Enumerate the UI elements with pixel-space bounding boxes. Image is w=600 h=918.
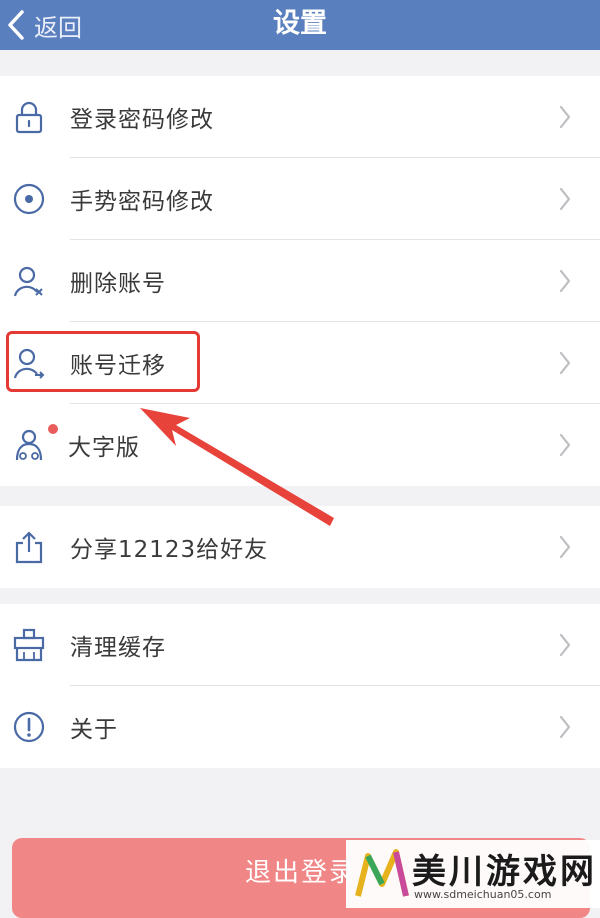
- broom-icon: [12, 628, 46, 662]
- chevron-right-icon: [559, 105, 571, 129]
- chevron-right-icon: [559, 351, 571, 375]
- settings-item-label: 清理缓存: [70, 635, 166, 661]
- settings-item-clear-cache[interactable]: 清理缓存: [0, 604, 600, 686]
- navigation-bar: 返回 设置: [0, 0, 600, 50]
- settings-item-label: 大字版: [68, 435, 140, 461]
- watermark-url: www.sdmeichuan05.com: [414, 888, 552, 901]
- chevron-right-icon: [559, 535, 571, 559]
- lock-icon: [12, 100, 46, 134]
- user-delete-icon: [12, 264, 46, 298]
- chevron-right-icon: [559, 633, 571, 657]
- settings-item-share[interactable]: 分享12123给好友: [0, 506, 600, 588]
- watermark-logo-icon: [355, 849, 409, 897]
- settings-item-label: 手势密码修改: [70, 189, 214, 215]
- settings-item-gesture-password[interactable]: 手势密码修改: [0, 158, 600, 240]
- chevron-left-icon: [8, 10, 24, 40]
- chevron-right-icon: [559, 433, 571, 457]
- settings-item-label: 登录密码修改: [70, 107, 214, 133]
- user-transfer-icon: [12, 346, 46, 380]
- settings-group-share: 分享12123给好友: [0, 506, 600, 588]
- chevron-right-icon: [559, 187, 571, 211]
- logout-label: 退出登录: [244, 857, 357, 888]
- notification-badge: [48, 424, 58, 434]
- back-button[interactable]: 返回: [0, 0, 110, 50]
- info-icon: [12, 710, 46, 744]
- settings-item-delete-account[interactable]: 删除账号: [0, 240, 600, 322]
- settings-item-large-font-mode[interactable]: 大字版: [0, 404, 600, 486]
- settings-item-label: 删除账号: [70, 271, 166, 297]
- watermark-title: 美川游戏网: [412, 852, 597, 892]
- settings-item-about[interactable]: 关于: [0, 686, 600, 768]
- settings-group-account: 登录密码修改 手势密码修改 删除账号 账号迁移 大字版: [0, 76, 600, 486]
- back-label: 返回: [34, 13, 82, 42]
- chevron-right-icon: [559, 715, 571, 739]
- settings-group-system: 清理缓存 关于: [0, 604, 600, 768]
- settings-item-account-transfer[interactable]: 账号迁移: [0, 322, 600, 404]
- gesture-icon: [12, 182, 46, 216]
- share-icon: [12, 530, 46, 564]
- settings-item-login-password[interactable]: 登录密码修改: [0, 76, 600, 158]
- elder-mode-icon: [12, 424, 58, 462]
- settings-item-label: 分享12123给好友: [70, 537, 269, 563]
- settings-item-label: 账号迁移: [70, 353, 166, 379]
- watermark: 美川游戏网 www.sdmeichuan05.com: [346, 840, 600, 908]
- settings-item-label: 关于: [70, 717, 118, 743]
- chevron-right-icon: [559, 269, 571, 293]
